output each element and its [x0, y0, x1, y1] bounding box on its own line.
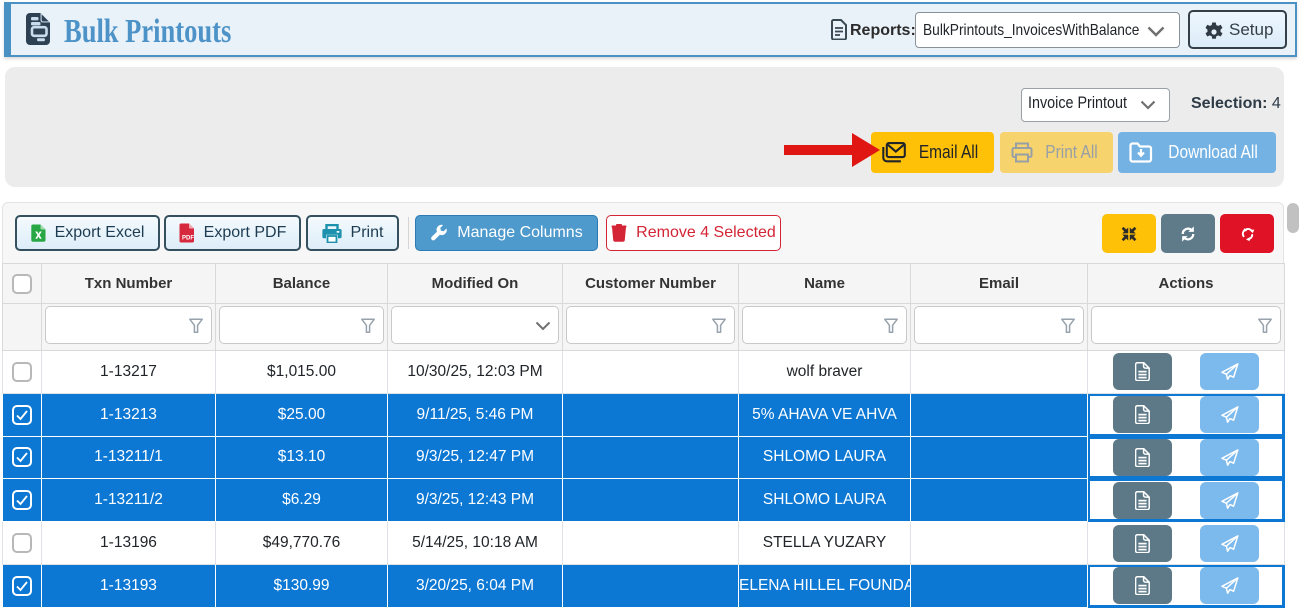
- svg-text:PDF: PDF: [182, 236, 194, 242]
